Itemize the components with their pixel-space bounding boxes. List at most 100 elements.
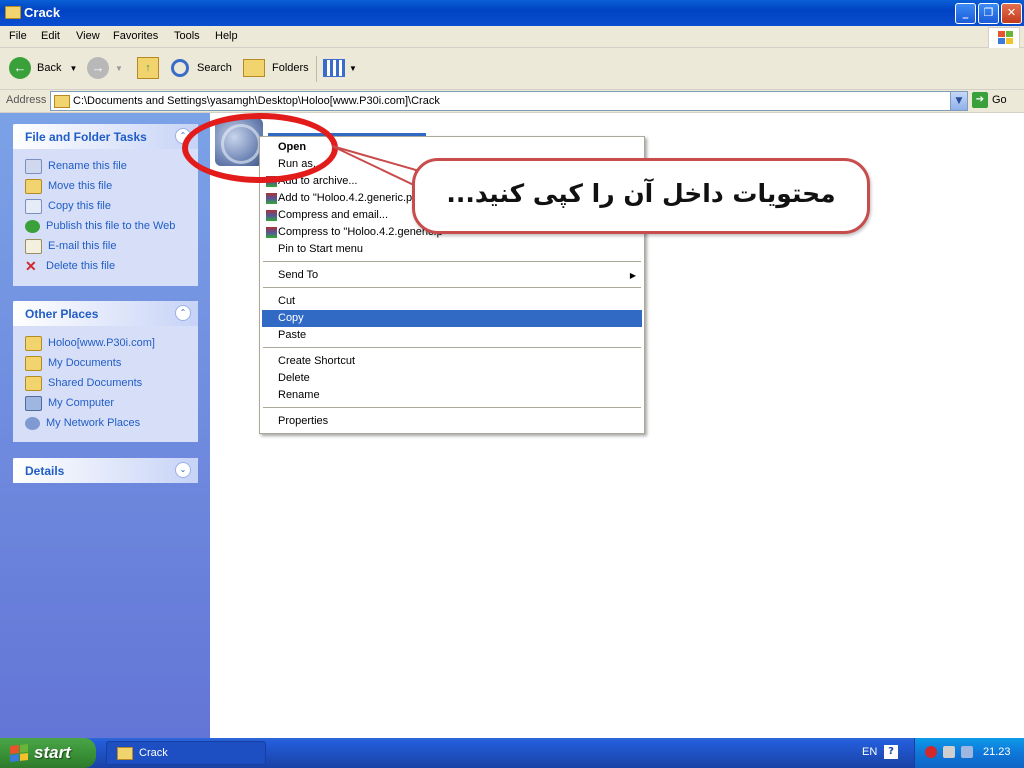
expand-icon[interactable]: ⌄ [175,462,191,478]
menu-item-label: Send To [278,269,319,281]
menu-item-create-shortcut[interactable]: Create Shortcut [262,353,642,370]
menu-favorites[interactable]: Favorites [113,30,158,42]
task-email[interactable]: E-mail this file [25,236,198,256]
panel-title: Details [25,464,65,478]
menu-separator [263,261,641,262]
toolbar: ← Back ▼ → ▼ ↑ Search Folders ▼ [0,48,1024,90]
menu-help[interactable]: Help [215,30,238,42]
callout-text: محتویات داخل آن را کپی کنید... [446,179,836,208]
back-label: Back [37,62,62,74]
address-input[interactable]: C:\Documents and Settings\yasamgh\Deskto… [50,91,968,111]
panel-header[interactable]: Other Places ⌃ [13,301,198,326]
maximize-button[interactable]: ❐ [978,3,999,24]
window-title: Crack [24,5,61,20]
menu-item-label: Properties [278,415,329,427]
highlight-circle [182,113,338,183]
move-icon [25,178,42,194]
panel-header[interactable]: File and Folder Tasks ⌃ [13,124,198,149]
minimize-button[interactable]: _ [955,3,976,24]
menu-view[interactable]: View [76,30,100,42]
task-label: Publish this file to the Web [46,220,176,232]
panel-header[interactable]: Details ⌄ [13,458,198,483]
instruction-callout: محتویات داخل آن را کپی کنید... [412,158,870,234]
collapse-icon[interactable]: ⌃ [175,305,191,321]
menu-separator [263,287,641,288]
chevron-down-icon[interactable]: ▼ [950,92,967,110]
task-label: E-mail this file [48,240,117,252]
shared-folder-icon [25,375,42,391]
up-button[interactable]: ↑ [137,56,159,80]
back-button[interactable]: ← Back ▼ [9,56,77,80]
menu-item-cut[interactable]: Cut [262,293,642,310]
menu-item-pin[interactable]: Pin to Start menu [262,241,642,258]
menu-item-label: Create Shortcut [278,355,356,367]
place-label: My Documents [48,357,122,369]
forward-arrow-icon: → [87,57,109,79]
rename-icon [25,158,42,174]
taskbar: start Crack EN ? 21.23 [0,738,1024,768]
speaker-icon[interactable] [943,746,955,758]
go-arrow-icon: ➔ [972,92,988,108]
menu-item-rename[interactable]: Rename [262,387,642,404]
go-button[interactable]: ➔ Go [972,92,1007,108]
task-copy[interactable]: Copy this file [25,196,198,216]
title-bar[interactable]: Crack _ ❐ ✕ [0,0,1024,26]
chevron-down-icon[interactable]: ▼ [349,64,357,73]
task-delete[interactable]: ✕ Delete this file [25,256,198,276]
winrar-icon [266,210,277,221]
forward-button[interactable]: → ▼ [87,56,123,80]
copy-icon [25,198,42,214]
chevron-down-icon[interactable]: ▼ [69,64,77,73]
menu-edit[interactable]: Edit [41,30,60,42]
task-label: Copy this file [48,200,111,212]
menu-item-label: Compress and email... [278,209,389,221]
search-button[interactable]: Search [171,56,232,80]
callout-pointer [331,145,417,188]
start-button[interactable]: start [0,738,96,768]
other-places-panel: Other Places ⌃ Holoo[www.P30i.com] My Do… [13,301,198,442]
delete-x-icon: ✕ [25,257,37,274]
panel-title: File and Folder Tasks [25,130,147,144]
folder-icon [25,335,42,351]
menu-item-properties[interactable]: Properties [262,413,642,430]
taskbar-item-crack[interactable]: Crack [106,741,266,765]
task-label: Rename this file [48,160,127,172]
language-indicator[interactable]: EN [862,746,877,758]
task-move[interactable]: Move this file [25,176,198,196]
menu-item-send-to[interactable]: Send To ▶ [262,267,642,284]
chevron-down-icon[interactable]: ▼ [115,64,123,73]
place-holoo[interactable]: Holoo[www.P30i.com] [25,333,198,353]
folder-icon [54,95,70,108]
task-rename[interactable]: Rename this file [25,156,198,176]
menu-item-copy[interactable]: Copy [262,310,642,327]
menu-tools[interactable]: Tools [174,30,200,42]
place-my-documents[interactable]: My Documents [25,353,198,373]
menu-item-paste[interactable]: Paste [262,327,642,344]
close-button[interactable]: ✕ [1001,3,1022,24]
windows-logo-icon [988,27,1020,49]
security-shield-icon[interactable] [925,746,937,758]
menu-item-delete[interactable]: Delete [262,370,642,387]
help-icon[interactable]: ? [884,745,898,759]
menu-item-label: Pin to Start menu [278,243,363,255]
views-button[interactable]: ▼ [323,56,357,80]
taskbar-item-label: Crack [139,747,168,759]
winrar-icon [266,193,277,204]
file-folder-tasks-panel: File and Folder Tasks ⌃ Rename this file… [13,124,198,286]
search-icon [171,59,189,77]
address-path: C:\Documents and Settings\yasamgh\Deskto… [73,95,440,107]
task-label: Move this file [48,180,113,192]
back-arrow-icon: ← [9,57,31,79]
menu-file[interactable]: File [9,30,27,42]
folder-icon [5,6,21,19]
place-shared-documents[interactable]: Shared Documents [25,373,198,393]
menu-item-label: Rename [278,389,320,401]
place-network[interactable]: My Network Places [25,413,198,433]
task-publish[interactable]: Publish this file to the Web [25,216,198,236]
folder-icon [117,746,133,760]
network-icon [25,416,40,430]
network-tray-icon[interactable] [961,746,973,758]
place-my-computer[interactable]: My Computer [25,393,198,413]
folders-button[interactable]: Folders [243,56,309,80]
go-label: Go [992,94,1007,106]
